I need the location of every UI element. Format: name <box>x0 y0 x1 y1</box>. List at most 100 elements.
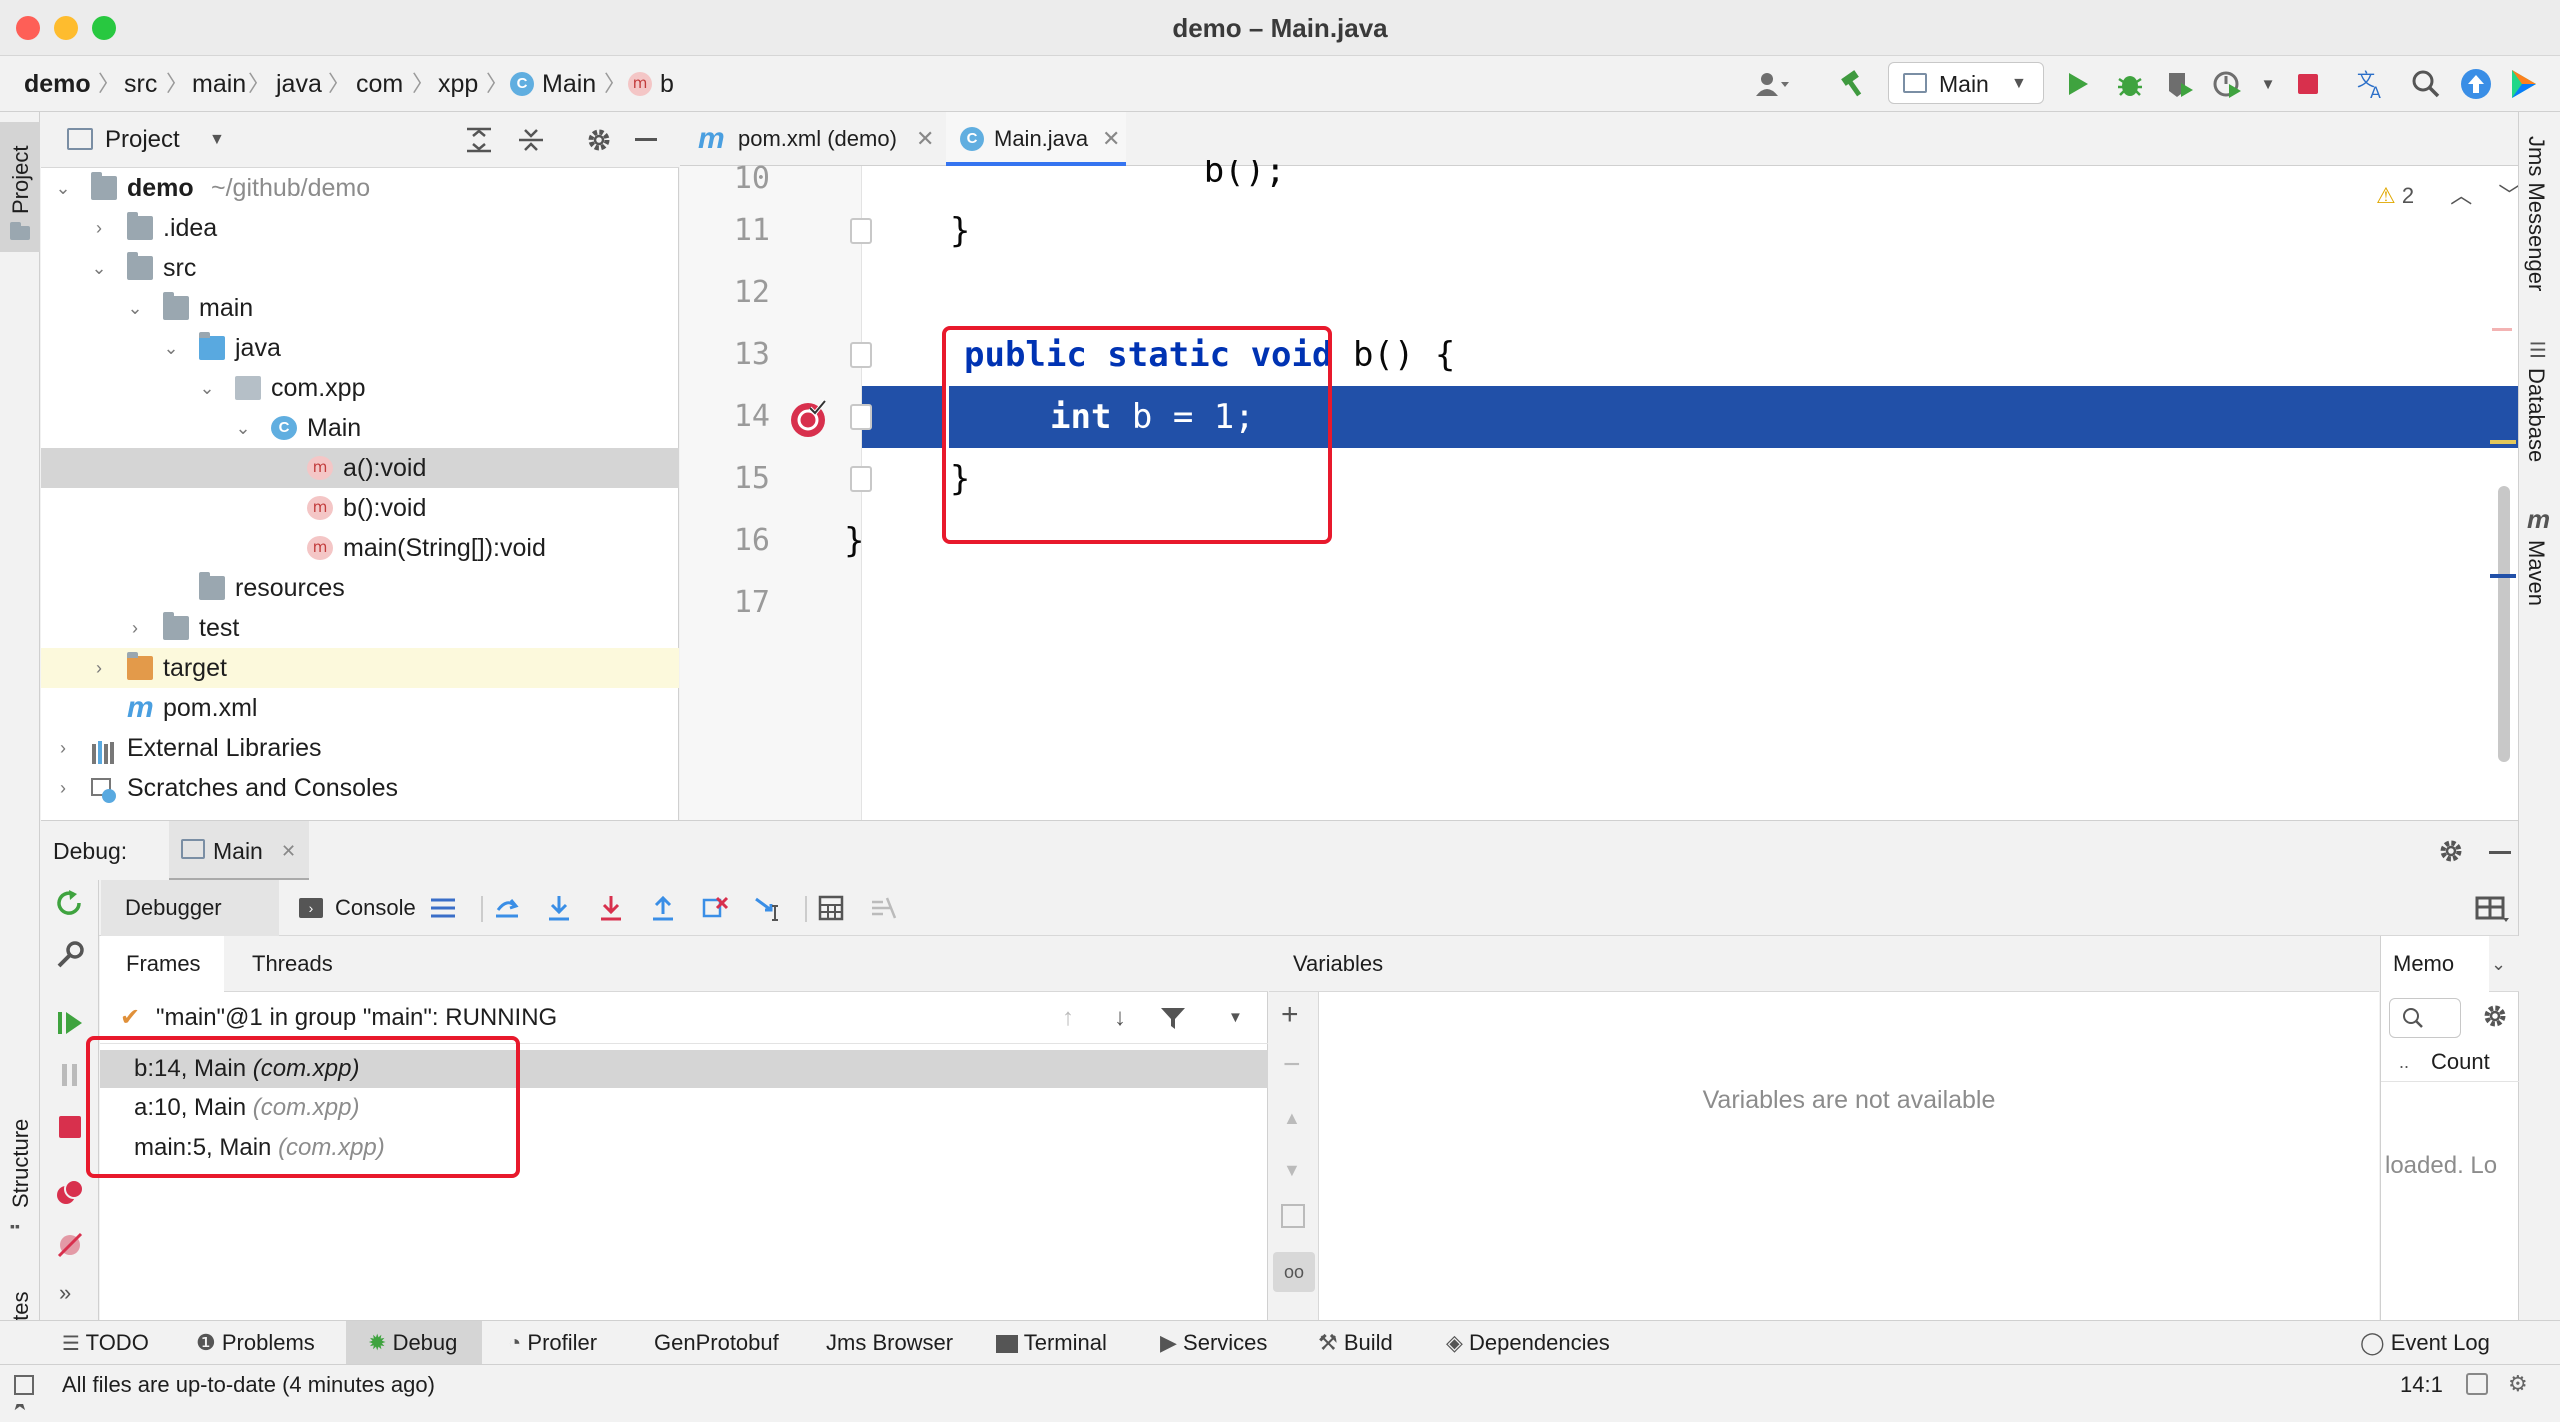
filter-icon[interactable] <box>1160 1006 1186 1035</box>
copy-icon[interactable] <box>1281 1204 1305 1228</box>
pause-icon[interactable] <box>55 1060 85 1095</box>
expand-all-icon[interactable] <box>465 126 493 159</box>
minimize-icon[interactable] <box>635 138 657 141</box>
gear-icon[interactable]: ⚙ <box>2508 1371 2528 1397</box>
project-stripe-button[interactable]: Project <box>0 122 40 252</box>
tree-item-main[interactable]: ⌄ main <box>41 288 679 328</box>
status-message[interactable]: All files are up-to-date (4 minutes ago) <box>62 1365 435 1405</box>
tab-debugger[interactable]: Debugger <box>101 880 279 936</box>
breadcrumb-method-b[interactable]: b <box>660 56 674 112</box>
rerun-icon[interactable] <box>55 888 85 923</box>
breadcrumb-com[interactable]: com <box>356 56 403 112</box>
update-icon[interactable] <box>2456 64 2496 104</box>
debug-session-tab[interactable]: Main ✕ <box>169 821 309 881</box>
tab-dependencies[interactable]: ◈ Dependencies <box>1446 1321 1610 1365</box>
tab-services[interactable]: ▶ Services <box>1160 1321 1267 1365</box>
coverage-icon[interactable] <box>2160 64 2200 104</box>
tab-threads[interactable]: Threads <box>252 936 333 992</box>
tab-todo[interactable]: ☰ TODO <box>62 1321 149 1365</box>
chevron-down-icon[interactable]: ▼ <box>1228 992 1243 1044</box>
tree-item-target[interactable]: › target <box>41 648 679 688</box>
move-down-icon[interactable]: ▼ <box>1283 1160 1301 1181</box>
tree-item-scratches[interactable]: › Scratches and Consoles <box>41 768 679 808</box>
tree-item-method-b[interactable]: m b():void <box>41 488 679 528</box>
jms-messenger-stripe-button[interactable]: Jms Messenger <box>2523 136 2549 291</box>
more-icon[interactable]: » <box>59 1280 71 1306</box>
tree-item-pom-xml[interactable]: m pom.xml <box>41 688 679 728</box>
tab-main-java[interactable]: C Main.java ✕ <box>946 112 1126 166</box>
maven-stripe-button[interactable]: Maven <box>2523 540 2549 606</box>
mute-breakpoints-icon[interactable] <box>55 1230 85 1265</box>
profiler-icon[interactable] <box>2208 64 2248 104</box>
breadcrumb-main-class[interactable]: Main <box>542 56 596 112</box>
breakpoint-icon[interactable] <box>790 398 830 443</box>
structure-stripe-button[interactable]: Structure ▪▪ <box>0 992 40 1252</box>
close-tab-icon[interactable]: ✕ <box>916 112 934 166</box>
chevron-down-icon[interactable]: ▼ <box>209 112 225 168</box>
tree-item-resources[interactable]: resources <box>41 568 679 608</box>
breadcrumb-src[interactable]: src <box>124 56 157 112</box>
remove-watch-icon[interactable]: − <box>1283 1048 1301 1082</box>
trace-stream-icon[interactable] <box>869 894 897 927</box>
close-tab-icon[interactable]: ✕ <box>1102 112 1120 166</box>
tree-item-method-a[interactable]: m a():void <box>41 448 679 488</box>
tab-frames[interactable]: Frames <box>100 936 224 992</box>
tab-event-log[interactable]: ◯ Event Log <box>2360 1321 2490 1365</box>
tree-item-external-libraries[interactable]: › External Libraries <box>41 728 679 768</box>
arrow-up-icon[interactable]: ↑ <box>1062 992 1074 1044</box>
layout-menu-icon[interactable] <box>429 896 457 925</box>
step-over-icon[interactable] <box>545 894 573 927</box>
run-icon[interactable] <box>2058 64 2098 104</box>
move-up-icon[interactable]: ▲ <box>1283 1108 1301 1129</box>
glasses-icon[interactable]: oo <box>1273 1252 1315 1292</box>
inspection-widget[interactable]: ⚠ 2 ︿ ﹀ <box>2376 178 2520 210</box>
tree-item-src[interactable]: ⌄ src <box>41 248 679 288</box>
user-icon[interactable] <box>1752 64 1792 104</box>
modify-run-config-icon[interactable] <box>55 940 85 975</box>
close-tab-icon[interactable]: ✕ <box>281 821 296 881</box>
tab-console[interactable]: › Console <box>279 880 449 936</box>
collapse-all-icon[interactable] <box>517 126 545 159</box>
tree-item-java[interactable]: ⌄ java <box>41 328 679 368</box>
gear-icon[interactable] <box>2437 837 2465 870</box>
add-watch-icon[interactable]: + <box>1281 998 1299 1032</box>
breadcrumb-demo[interactable]: demo <box>24 56 91 112</box>
editor-scrollbar[interactable] <box>2498 486 2510 762</box>
step-into-icon[interactable] <box>597 894 625 927</box>
project-panel-title[interactable]: Project <box>105 112 180 168</box>
chevron-down-icon[interactable]: ⌄ <box>2491 936 2506 992</box>
resume-icon[interactable] <box>55 1008 85 1043</box>
tab-terminal[interactable]: Terminal <box>996 1321 1107 1365</box>
chevron-down-icon[interactable]: ▼ <box>2248 64 2288 104</box>
step-out-icon[interactable] <box>649 894 677 927</box>
stop-icon[interactable] <box>2288 64 2328 104</box>
database-stripe-button[interactable]: Database <box>2523 368 2549 462</box>
fold-marker-icon[interactable] <box>850 404 872 430</box>
restore-layout-icon[interactable] <box>2475 894 2511 929</box>
show-execution-point-icon[interactable] <box>493 894 521 927</box>
tree-item-demo[interactable]: ⌄ demo ~/github/demo <box>41 168 679 208</box>
tab-problems[interactable]: ❶ Problems <box>196 1321 315 1365</box>
debug-icon[interactable] <box>2110 64 2150 104</box>
search-icon[interactable] <box>2406 64 2446 104</box>
caret-position[interactable]: 14:1 <box>2400 1365 2443 1405</box>
memory-status-text[interactable]: loaded. Lo <box>2385 1152 2519 1180</box>
drop-frame-icon[interactable] <box>701 894 729 927</box>
breadcrumb-xpp[interactable]: xpp <box>438 56 478 112</box>
tree-item-com-xpp[interactable]: ⌄ com.xpp <box>41 368 679 408</box>
tree-item-method-main[interactable]: m main(String[]):void <box>41 528 679 568</box>
breadcrumb-main[interactable]: main <box>192 56 246 112</box>
tab-debug[interactable]: ✹ Debug <box>346 1321 482 1365</box>
tree-item-idea[interactable]: › .idea <box>41 208 679 248</box>
toggle-tool-windows-icon[interactable] <box>14 1375 34 1395</box>
minimize-icon[interactable] <box>2489 851 2511 854</box>
tree-item-main-class[interactable]: ⌄ C Main <box>41 408 679 448</box>
tab-build[interactable]: ⚒ Build <box>1318 1321 1393 1365</box>
run-to-cursor-icon[interactable] <box>753 894 781 927</box>
tree-item-test[interactable]: › test <box>41 608 679 648</box>
gear-icon[interactable] <box>585 126 613 159</box>
evaluate-expression-icon[interactable] <box>817 894 845 927</box>
plugin-logo-icon[interactable] <box>2504 64 2544 104</box>
file-encoding-icon[interactable] <box>2466 1373 2488 1395</box>
tab-genprotobuf[interactable]: GenProtobuf <box>654 1321 779 1365</box>
